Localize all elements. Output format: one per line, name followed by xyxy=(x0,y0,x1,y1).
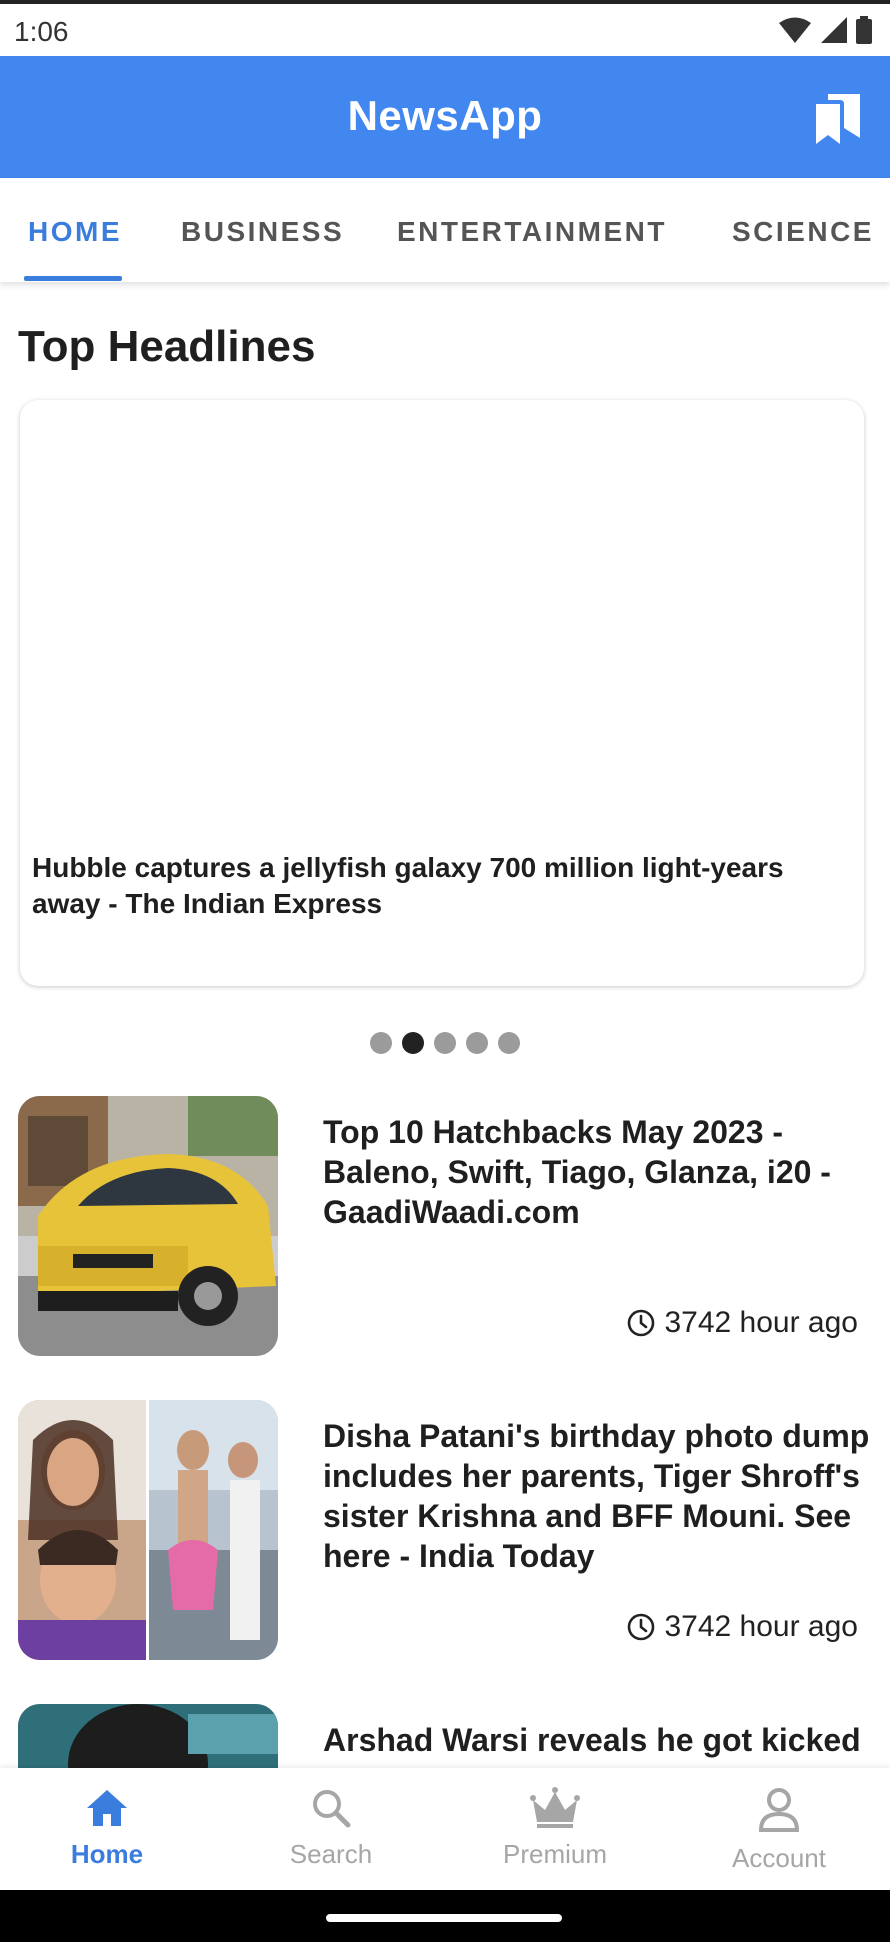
nav-home-label: Home xyxy=(70,1839,144,1869)
carousel-dot[interactable] xyxy=(498,1032,520,1054)
nav-premium[interactable]: Premium xyxy=(475,1786,635,1870)
bookmarks-button[interactable] xyxy=(810,90,866,146)
nav-home[interactable]: Home xyxy=(27,1786,187,1870)
news-title: Disha Patani's birthday photo dump inclu… xyxy=(323,1418,870,1574)
news-time-text: 3742 hour ago xyxy=(664,1306,858,1339)
tab-science[interactable]: SCIENCE xyxy=(732,216,874,248)
category-tabs: HOME BUSINESS ENTERTAINMENT SCIENCE xyxy=(0,178,890,282)
headline-carousel-card[interactable]: Hubble captures a jellyfish galaxy 700 m… xyxy=(20,400,864,986)
tab-business[interactable]: BUSINESS xyxy=(181,216,344,248)
wifi-icon xyxy=(779,17,811,43)
battery-icon xyxy=(856,16,872,44)
carousel-pagination xyxy=(0,1032,890,1054)
news-thumbnail-car xyxy=(18,1096,278,1356)
tab-home[interactable]: HOME xyxy=(28,216,122,248)
carousel-headline: Hubble captures a jellyfish galaxy 700 m… xyxy=(32,852,784,919)
bottom-navigation: Home Search Premium Account xyxy=(0,1768,890,1890)
news-item[interactable]: Disha Patani's birthday photo dump inclu… xyxy=(18,1400,872,1662)
carousel-dot[interactable] xyxy=(466,1032,488,1054)
nav-premium-label: Premium xyxy=(502,1839,607,1869)
status-icons xyxy=(778,16,872,44)
nav-search-label: Search xyxy=(289,1839,373,1869)
news-title: Arshad Warsi reveals he got kicked xyxy=(323,1722,861,1758)
news-thumbnail-person xyxy=(18,1704,278,1768)
news-item[interactable]: Top 10 Hatchbacks May 2023 - Baleno, Swi… xyxy=(18,1096,872,1358)
status-bar: 1:06 xyxy=(0,4,890,56)
crown-icon xyxy=(530,1787,580,1828)
tab-entertainment[interactable]: ENTERTAINMENT xyxy=(397,216,667,248)
nav-account-label: Account xyxy=(732,1843,826,1873)
news-timestamp: 3742 hour ago xyxy=(626,1610,858,1644)
news-item[interactable]: Arshad Warsi reveals he got kicked xyxy=(18,1704,872,1768)
signal-icon xyxy=(821,17,847,43)
nav-search[interactable]: Search xyxy=(251,1786,411,1870)
carousel-dot[interactable] xyxy=(370,1032,392,1054)
gesture-handle[interactable] xyxy=(326,1914,562,1922)
clock-icon xyxy=(628,1613,655,1641)
nav-account[interactable]: Account xyxy=(699,1786,859,1874)
clock-icon xyxy=(628,1309,655,1337)
app-bar: NewsApp xyxy=(0,56,890,178)
bookmark-icon xyxy=(816,94,860,144)
system-gesture-bar xyxy=(0,1890,890,1942)
home-icon xyxy=(87,1790,127,1826)
carousel-dot[interactable] xyxy=(434,1032,456,1054)
news-time-text: 3742 hour ago xyxy=(664,1610,858,1643)
section-title: Top Headlines xyxy=(18,322,316,371)
news-timestamp: 3742 hour ago xyxy=(626,1306,858,1340)
app-title: NewsApp xyxy=(347,92,543,139)
news-title: Top 10 Hatchbacks May 2023 - Baleno, Swi… xyxy=(323,1114,831,1230)
status-time: 1:06 xyxy=(14,16,69,47)
account-icon xyxy=(758,1788,800,1832)
search-icon xyxy=(313,1790,351,1828)
active-tab-indicator xyxy=(24,276,122,281)
carousel-dot-active[interactable] xyxy=(402,1032,424,1054)
news-thumbnail-collage xyxy=(18,1400,278,1660)
